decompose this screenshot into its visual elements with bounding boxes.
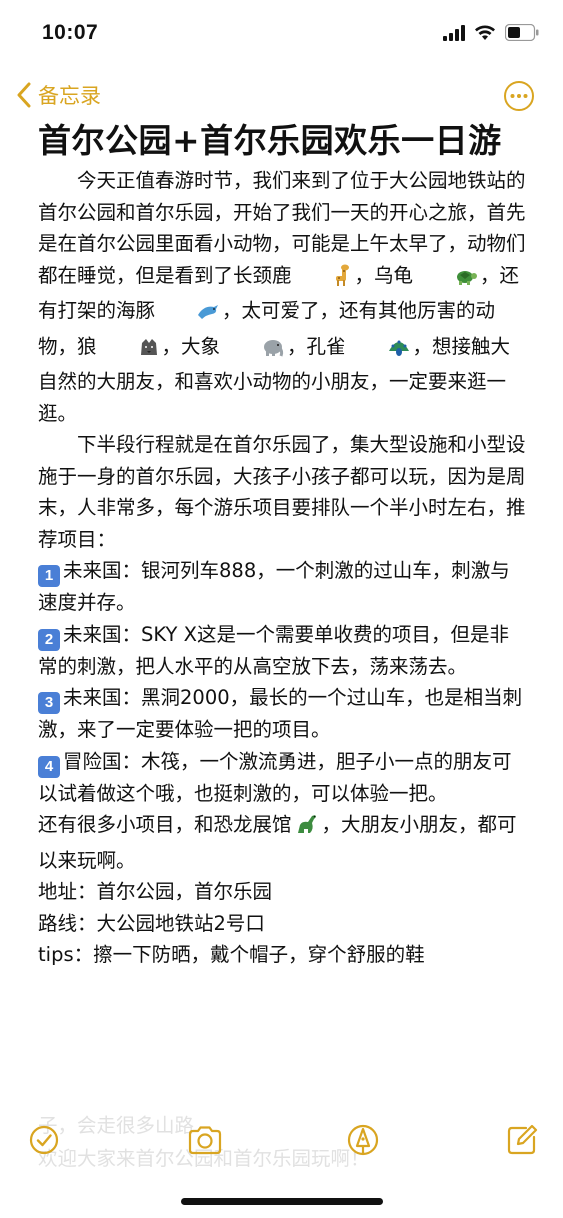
note-body: 今天正值春游时节，我们来到了位于大公园地铁站的首尔公园和首尔乐园，开始了我们一天…	[38, 165, 528, 971]
list-item-text: 冒险国：木筏，一个激流勇进，胆子小一点的朋友可以试着做这个哦，也挺刺激的，可以体…	[38, 749, 512, 805]
note-content[interactable]: 首尔公园+首尔乐园欢乐一日游 今天正值春游时节，我们来到了位于大公园地铁站的首尔…	[38, 118, 528, 971]
dinosaur-icon	[294, 813, 320, 845]
paragraph-recommend: 下半段行程就是在首尔乐园了，集大型设施和小型设施于一身的首尔乐园，大孩子小孩子都…	[38, 433, 526, 551]
number-badge: 1	[38, 565, 60, 587]
status-bar: 10:07	[0, 0, 563, 66]
text-segment: 还有很多小项目，和恐龙展馆	[38, 813, 292, 836]
more-options-icon[interactable]	[503, 80, 535, 112]
checklist-icon[interactable]	[26, 1122, 62, 1158]
dolphin-icon	[157, 299, 220, 331]
peacock-icon	[348, 335, 411, 367]
navigation-bar: 备忘录	[0, 80, 563, 114]
list-item-text: 未来国：银河列车888，一个刺激的过山车，刺激与速度并存。	[38, 559, 510, 614]
list-item: 2 未来国：SKY X这是一个需要单收费的项目，但是非常的刺激，把人水平的从高空放…	[38, 619, 528, 683]
text-segment: ，乌龟	[354, 263, 414, 287]
back-button-label: 备忘录	[38, 84, 101, 108]
number-badge: 4	[38, 755, 60, 778]
number-badge: 2	[38, 628, 60, 651]
paragraph-more: 还有很多小项目，和恐龙展馆 ，大朋友小朋友，都可以来玩啊。	[38, 809, 528, 876]
address-line: 地址：首尔公园，首尔乐园	[38, 880, 273, 903]
list-item: 3 未来国：黑洞2000，最长的一个过山车，也是相当刺激，来了一定要体验一把的项目…	[38, 682, 528, 746]
giraffe-icon	[294, 264, 353, 296]
status-icons	[443, 24, 539, 41]
status-time: 10:07	[42, 21, 99, 44]
wifi-icon	[475, 25, 495, 40]
camera-icon[interactable]	[186, 1122, 224, 1158]
paragraph-intro: 今天正值春游时节，我们来到了位于大公园地铁站的首尔公园和首尔乐园，开始了我们一天…	[38, 165, 528, 429]
elephant-icon	[222, 335, 285, 367]
list-item: 4 冒险国：木筏，一个激流勇进，胆子小一点的朋友可以试着做这个哦，也挺刺激的，可以…	[38, 746, 528, 810]
list-item-text: 未来国：黑洞2000，最长的一个过山车，也是相当刺激，来了一定要体验一把的项目。	[38, 686, 523, 741]
number-badge: 3	[38, 692, 60, 714]
chevron-left-icon	[17, 82, 31, 108]
back-button[interactable]: 备忘录	[16, 80, 101, 110]
wolf-icon	[99, 335, 160, 367]
bottom-toolbar	[0, 1122, 563, 1166]
list-item: 1 未来国：银河列车888，一个刺激的过山车，刺激与速度并存。	[38, 555, 528, 619]
home-indicator	[181, 1198, 383, 1205]
text-segment: ，大象	[161, 334, 221, 358]
markup-pen-icon[interactable]	[345, 1122, 381, 1158]
list-item-text: 未来国：SKY X这是一个需要单收费的项目，但是非常的刺激，把人水平的从高空放下…	[38, 622, 509, 678]
battery-icon	[505, 24, 539, 41]
route-line: 路线：大公园地铁站2号口	[38, 911, 265, 935]
compose-note-icon[interactable]	[504, 1122, 540, 1158]
turtle-icon	[415, 264, 478, 296]
tips-line: tips：擦一下防晒，戴个帽子，穿个舒服的鞋	[38, 943, 425, 966]
note-title: 首尔公园+首尔乐园欢乐一日游	[38, 121, 502, 160]
cellular-signal-icon	[443, 24, 465, 41]
text-segment: ，孔雀	[287, 334, 346, 358]
